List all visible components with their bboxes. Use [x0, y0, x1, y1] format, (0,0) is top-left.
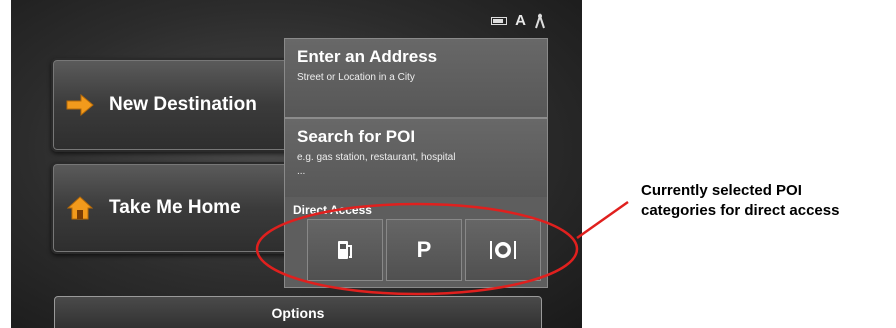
satellite-icon: [535, 12, 545, 28]
new-destination-button[interactable]: New Destination: [51, 58, 293, 152]
callout-pointer-line: [576, 200, 629, 240]
take-me-home-button[interactable]: Take Me Home: [51, 162, 293, 254]
navigation-screen: A New Destination Take Me Home Enter an …: [11, 0, 582, 328]
search-poi-subtitle: e.g. gas station, restaurant, hospital .…: [285, 147, 547, 178]
search-poi-subtitle-line2: ...: [297, 165, 306, 177]
search-poi-subtitle-line1: e.g. gas station, restaurant, hospital: [297, 152, 456, 163]
enter-address-button[interactable]: Enter an Address Street or Location in a…: [285, 39, 547, 119]
gas-pump-icon: [338, 241, 352, 259]
callout-line-1: Currently selected POI: [641, 182, 802, 199]
parking-icon: P: [416, 237, 432, 262]
new-destination-label: New Destination: [109, 94, 257, 115]
text-a-icon: A: [515, 12, 526, 29]
home-icon: [65, 193, 95, 223]
search-poi-title: Search for POI: [297, 127, 416, 146]
poi-restaurant-button[interactable]: [465, 219, 541, 281]
status-bar: A: [491, 12, 546, 29]
arrow-right-icon: [65, 90, 95, 120]
search-poi-button[interactable]: Search for POI e.g. gas station, restaur…: [285, 119, 547, 197]
annotation-callout: Currently selected POI categories for di…: [641, 181, 839, 221]
take-me-home-label: Take Me Home: [109, 197, 241, 218]
callout-line-2: categories for direct access: [641, 202, 840, 219]
battery-icon: [491, 16, 508, 25]
poi-gas-station-button[interactable]: [307, 219, 383, 281]
destination-panel: Enter an Address Street or Location in a…: [284, 38, 548, 288]
restaurant-icon: [490, 241, 516, 259]
enter-address-subtitle: Street or Location in a City: [297, 72, 415, 83]
enter-address-title: Enter an Address: [297, 47, 438, 66]
options-button[interactable]: Options: [54, 296, 542, 328]
poi-parking-button[interactable]: P: [386, 219, 462, 281]
direct-access-label: Direct Access: [293, 203, 372, 217]
